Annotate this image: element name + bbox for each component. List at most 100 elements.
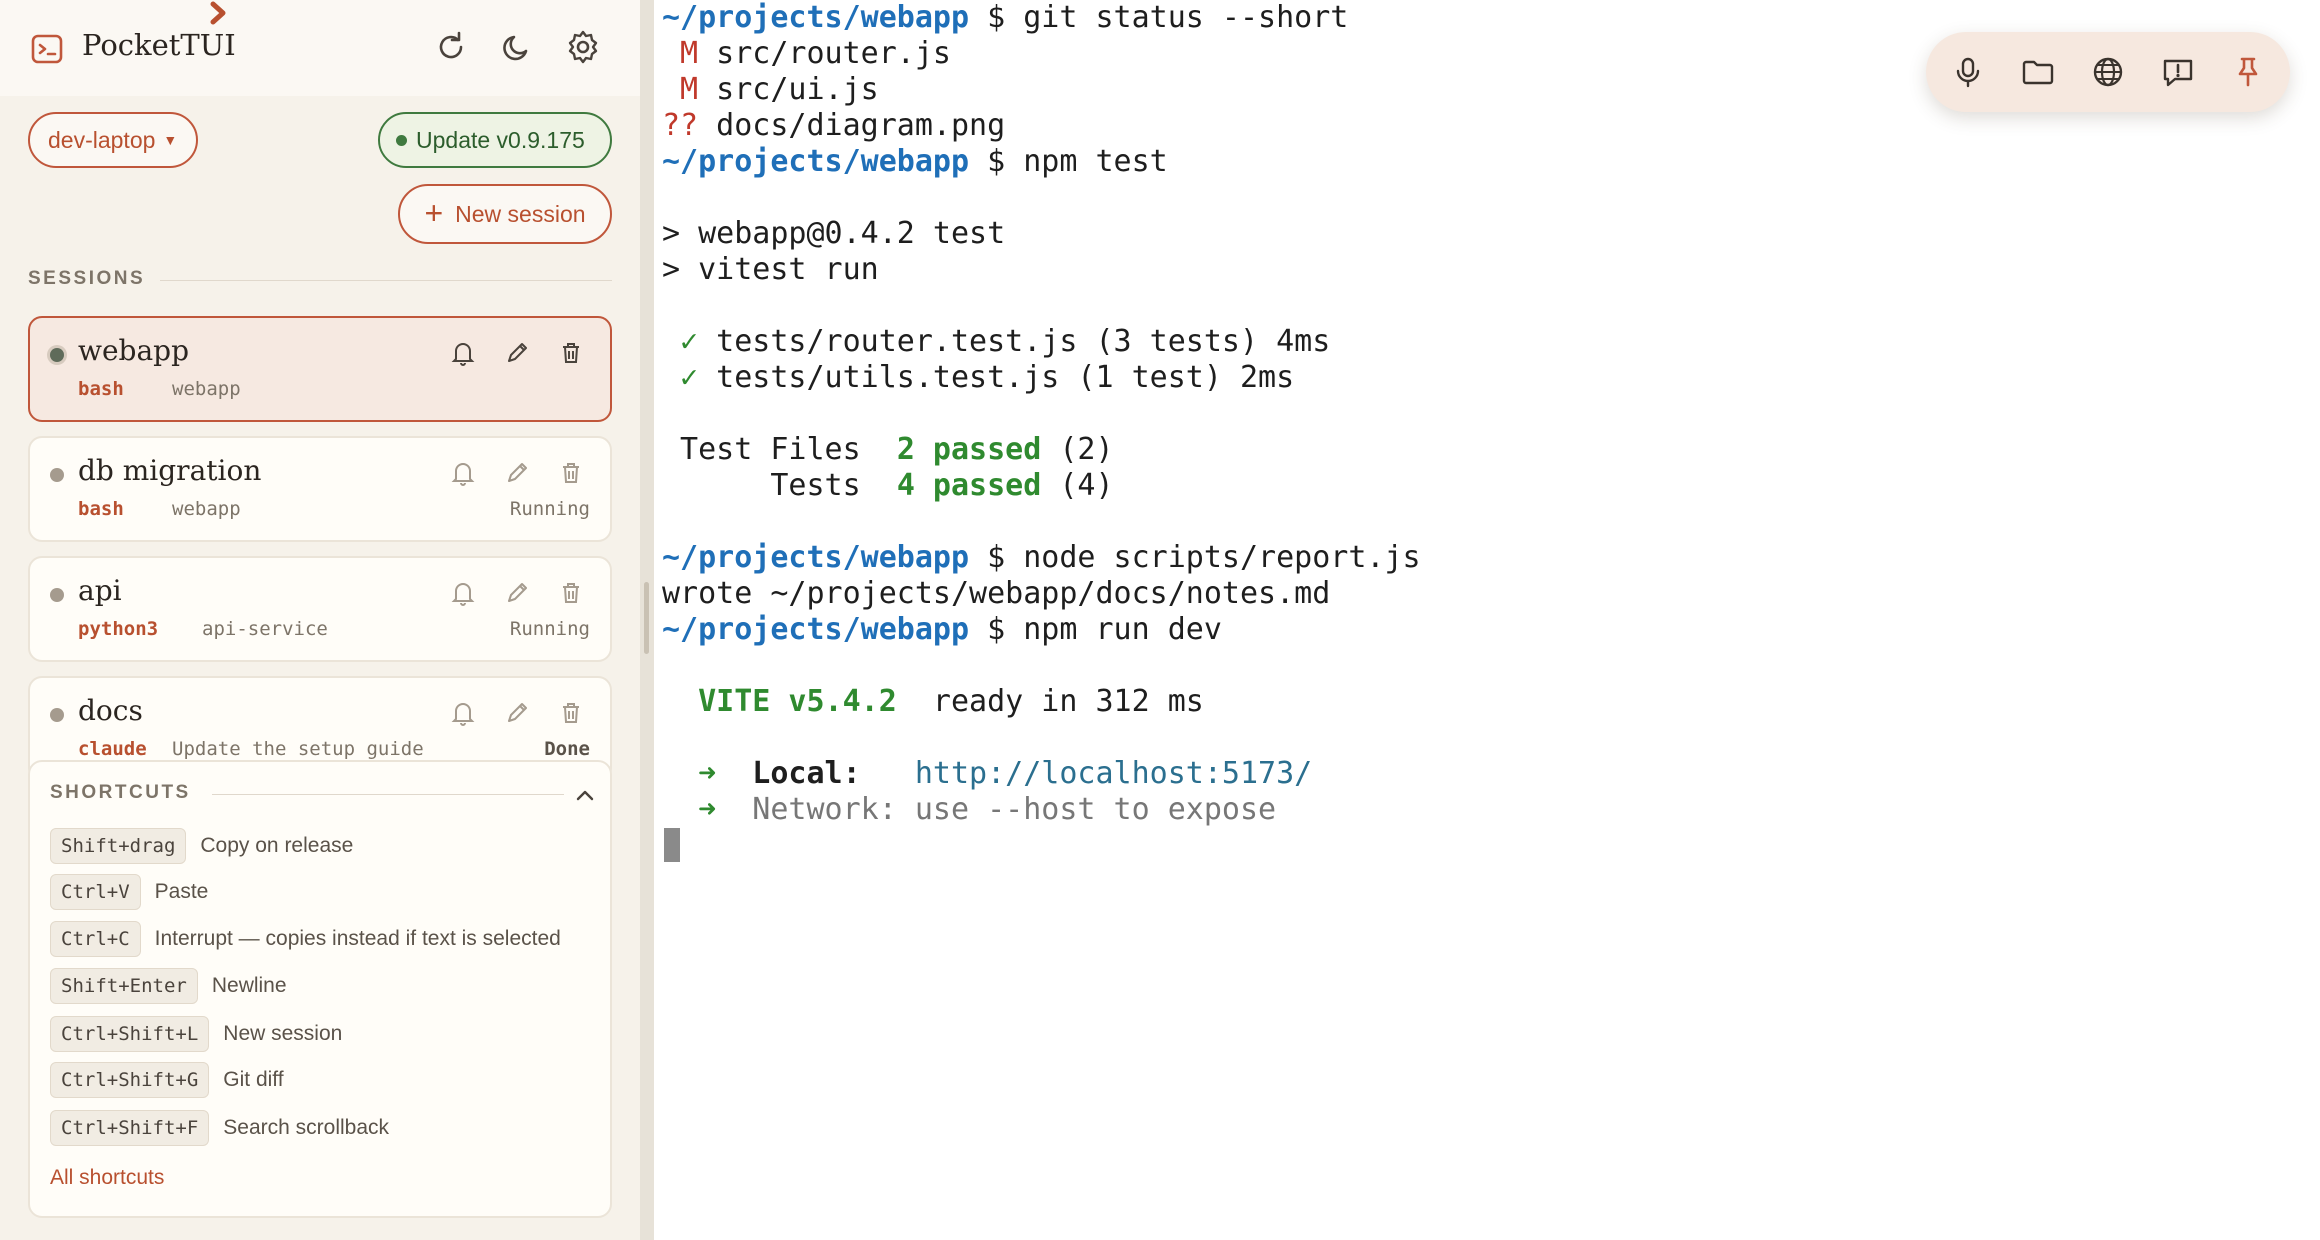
pencil-icon[interactable] bbox=[502, 338, 532, 368]
session-status-dot bbox=[50, 348, 64, 362]
pin-icon[interactable] bbox=[2230, 54, 2266, 90]
shortcut-description: Copy on release bbox=[200, 834, 354, 857]
session-card-db-migration[interactable]: db migration bash webapp Running bbox=[28, 436, 612, 542]
pencil-icon[interactable] bbox=[502, 458, 532, 488]
session-directory: webapp bbox=[172, 378, 241, 400]
session-status-dot bbox=[50, 468, 64, 482]
session-directory: webapp bbox=[172, 498, 241, 520]
shortcut-key: Ctrl+C bbox=[50, 921, 141, 957]
bell-icon[interactable] bbox=[448, 698, 478, 728]
session-name: api bbox=[78, 574, 122, 607]
terminal-app-icon bbox=[31, 34, 63, 64]
shortcut-row: Ctrl+Shift+G Git diff bbox=[50, 1062, 284, 1098]
session-name: webapp bbox=[78, 334, 190, 367]
session-status: Done bbox=[544, 738, 590, 760]
drag-handle[interactable] bbox=[644, 582, 649, 654]
chevron-up-icon[interactable] bbox=[570, 780, 600, 810]
session-status-dot bbox=[50, 708, 64, 722]
terminal-line: > vitest run bbox=[662, 252, 879, 287]
shortcut-key: Shift+Enter bbox=[50, 968, 198, 1004]
host-select[interactable]: dev-laptop ▼ bbox=[28, 112, 198, 168]
session-card-webapp[interactable]: webapp bash webapp bbox=[28, 316, 612, 422]
shortcut-row: Ctrl+Shift+F Search scrollback bbox=[50, 1110, 389, 1146]
shortcut-row: Ctrl+Shift+L New session bbox=[50, 1016, 342, 1052]
terminal-line: > webapp@0.4.2 test bbox=[662, 216, 1006, 251]
shortcut-key: Shift+drag bbox=[50, 828, 187, 864]
pencil-icon[interactable] bbox=[502, 698, 532, 728]
session-status: Running bbox=[509, 618, 590, 640]
update-button[interactable]: Update v0.9.175 bbox=[378, 112, 612, 168]
session-name: docs bbox=[78, 694, 143, 727]
terminal-line: ➜ Network: use --host to expose bbox=[662, 792, 1277, 827]
new-session-button[interactable]: + New session bbox=[398, 184, 612, 244]
shortcut-key: Ctrl+Shift+G bbox=[50, 1062, 210, 1098]
shortcut-description: Search scrollback bbox=[223, 1116, 390, 1139]
bell-icon[interactable] bbox=[448, 338, 478, 368]
pencil-icon[interactable] bbox=[502, 578, 532, 608]
refresh-icon[interactable] bbox=[432, 28, 470, 66]
terminal-line: ✓ tests/router.test.js (3 tests) 4ms bbox=[662, 324, 1331, 359]
shortcut-description: Newline bbox=[211, 974, 287, 997]
session-command: bash bbox=[78, 498, 124, 520]
all-shortcuts-link[interactable]: All shortcuts bbox=[50, 1166, 164, 1190]
shortcuts-heading: SHORTCUTS bbox=[50, 782, 191, 803]
session-card-api[interactable]: api python3 api-service Running bbox=[28, 556, 612, 662]
shortcut-key: Ctrl+V bbox=[50, 874, 141, 910]
app-title: PocketTUI bbox=[82, 28, 236, 62]
chevron-down-icon: ▼ bbox=[163, 132, 178, 148]
terminal-line: Test Files 2 passed (2) bbox=[662, 432, 1114, 467]
trash-icon[interactable] bbox=[556, 338, 586, 368]
trash-icon[interactable] bbox=[556, 698, 586, 728]
session-command: python3 bbox=[78, 618, 159, 640]
shortcut-row: Shift+Enter Newline bbox=[50, 968, 287, 1004]
trash-icon[interactable] bbox=[556, 578, 586, 608]
terminal-line: ?? docs/diagram.png bbox=[662, 108, 1006, 143]
session-command: claude bbox=[78, 738, 147, 760]
terminal-line: ~/projects/webapp $ npm run dev bbox=[662, 612, 1222, 647]
plus-icon: + bbox=[424, 195, 444, 231]
terminal-line: ➜ Local: http://localhost:5173/ bbox=[662, 756, 1313, 791]
chevron-right-icon bbox=[210, 1, 226, 25]
feedback-icon[interactable] bbox=[2160, 54, 2196, 90]
terminal-cursor bbox=[664, 828, 680, 862]
shortcut-description: Paste bbox=[154, 880, 209, 903]
terminal-line: wrote ~/projects/webapp/docs/notes.md bbox=[662, 576, 1331, 611]
bell-icon[interactable] bbox=[448, 578, 478, 608]
brand-bar: PocketTUI bbox=[0, 0, 640, 96]
terminal-line: VITE v5.4.2 ready in 312 ms bbox=[662, 684, 1204, 719]
shortcuts-panel: SHORTCUTS Shift+drag Copy on release Ctr… bbox=[28, 760, 612, 1218]
globe-icon[interactable] bbox=[2090, 54, 2126, 90]
session-directory: Update the setup guide bbox=[172, 738, 424, 760]
terminal-line: M src/ui.js bbox=[662, 72, 879, 107]
session-name: db migration bbox=[78, 454, 262, 487]
divider bbox=[160, 280, 612, 281]
shortcut-row: Shift+drag Copy on release bbox=[50, 828, 353, 864]
trash-icon[interactable] bbox=[556, 458, 586, 488]
terminal-pane[interactable]: ~/projects/webapp $ git status --short M… bbox=[654, 0, 2320, 1240]
moon-icon[interactable] bbox=[498, 28, 536, 66]
gear-icon[interactable] bbox=[564, 28, 602, 66]
status-dot bbox=[396, 134, 407, 146]
session-directory: api-service bbox=[202, 618, 328, 640]
terminal-line: Tests 4 passed (4) bbox=[662, 468, 1114, 503]
new-session-label: New session bbox=[455, 200, 586, 227]
bell-icon[interactable] bbox=[448, 458, 478, 488]
terminal-line: ~/projects/webapp $ npm test bbox=[662, 144, 1168, 179]
sessions-heading: SESSIONS bbox=[28, 268, 146, 289]
local-url-link[interactable]: http://localhost:5173/ bbox=[861, 756, 1312, 791]
terminal-line: ~/projects/webapp $ git status --short bbox=[662, 0, 1349, 35]
update-label: Update v0.9.175 bbox=[416, 126, 585, 153]
terminal-line: ~/projects/webapp $ node scripts/report.… bbox=[662, 540, 1421, 575]
shortcut-description: New session bbox=[223, 1022, 343, 1045]
shortcut-key: Ctrl+Shift+F bbox=[50, 1110, 210, 1146]
host-label: dev-laptop bbox=[48, 126, 156, 153]
microphone-icon[interactable] bbox=[1950, 54, 1986, 90]
folder-icon[interactable] bbox=[2020, 54, 2056, 90]
session-status-dot bbox=[50, 588, 64, 602]
terminal-line: M src/router.js bbox=[662, 36, 951, 71]
terminal-line: ✓ tests/utils.test.js (1 test) 2ms bbox=[662, 360, 1295, 395]
shortcut-row: Ctrl+V Paste bbox=[50, 874, 208, 910]
sidebar: PocketTUI dev-laptop ▼ Update v0.9.175 +… bbox=[0, 0, 640, 1240]
shortcut-row: Ctrl+C Interrupt — copies instead if tex… bbox=[50, 921, 561, 957]
session-command: bash bbox=[78, 378, 124, 400]
